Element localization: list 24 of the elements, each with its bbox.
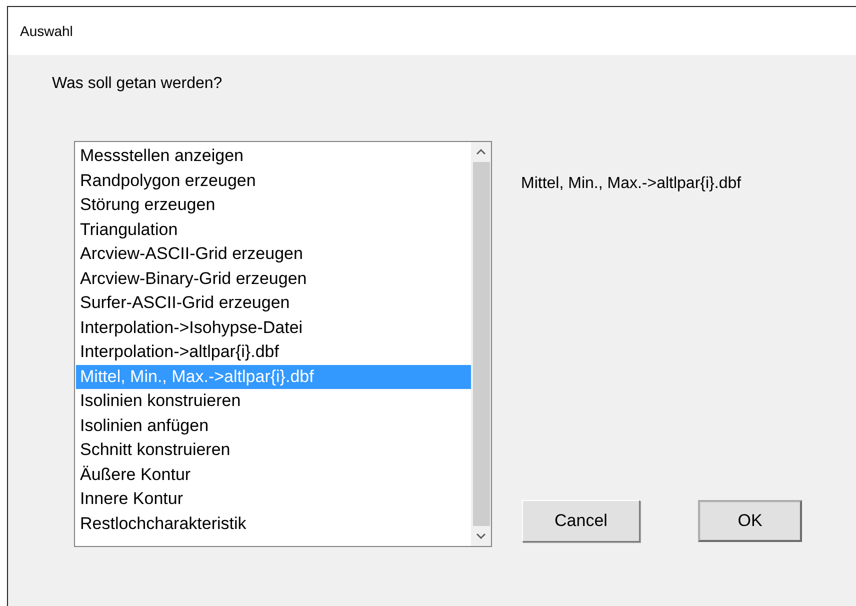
- list-item[interactable]: Triangulation: [76, 218, 471, 242]
- scroll-up-icon[interactable]: [476, 149, 486, 155]
- dialog-button[interactable]: Cancel: [522, 500, 640, 542]
- list-item[interactable]: Isolinien anfügen: [76, 414, 471, 438]
- list-item[interactable]: Interpolation->Isohypse-Datei: [76, 316, 471, 340]
- description-text: Mittel, Min., Max.->altlpar{i}.dbf: [521, 174, 742, 194]
- prompt-text: Was soll getan werden?: [52, 74, 222, 94]
- list-item[interactable]: Randpolygon erzeugen: [76, 168, 471, 193]
- list-item[interactable]: Innere Kontur: [76, 487, 471, 512]
- list-item[interactable]: Arcview-ASCII-Grid erzeugen: [76, 242, 471, 266]
- list-item[interactable]: Surfer-ASCII-Grid erzeugen: [76, 291, 471, 316]
- list-item[interactable]: Äußere Kontur: [76, 462, 471, 487]
- scroll-down-icon[interactable]: [476, 533, 486, 539]
- list-item[interactable]: Arcview-Binary-Grid erzeugen: [76, 266, 471, 291]
- scrollbar[interactable]: [471, 142, 491, 546]
- list-item[interactable]: Interpolation->altlpar{i}.dbf: [76, 340, 471, 364]
- list-item[interactable]: Messstellen anzeigen: [76, 144, 471, 168]
- list-item[interactable]: Schnitt konstruieren: [76, 438, 471, 462]
- dialog-button[interactable]: OK: [698, 500, 802, 542]
- list-item[interactable]: Isolinien konstruieren: [76, 389, 471, 414]
- scroll-thumb[interactable]: [472, 162, 490, 526]
- window-title: Auswahl: [20, 22, 73, 40]
- list-item[interactable]: Restlochcharakteristik: [76, 512, 471, 536]
- list-item[interactable]: Störung erzeugen: [76, 193, 471, 218]
